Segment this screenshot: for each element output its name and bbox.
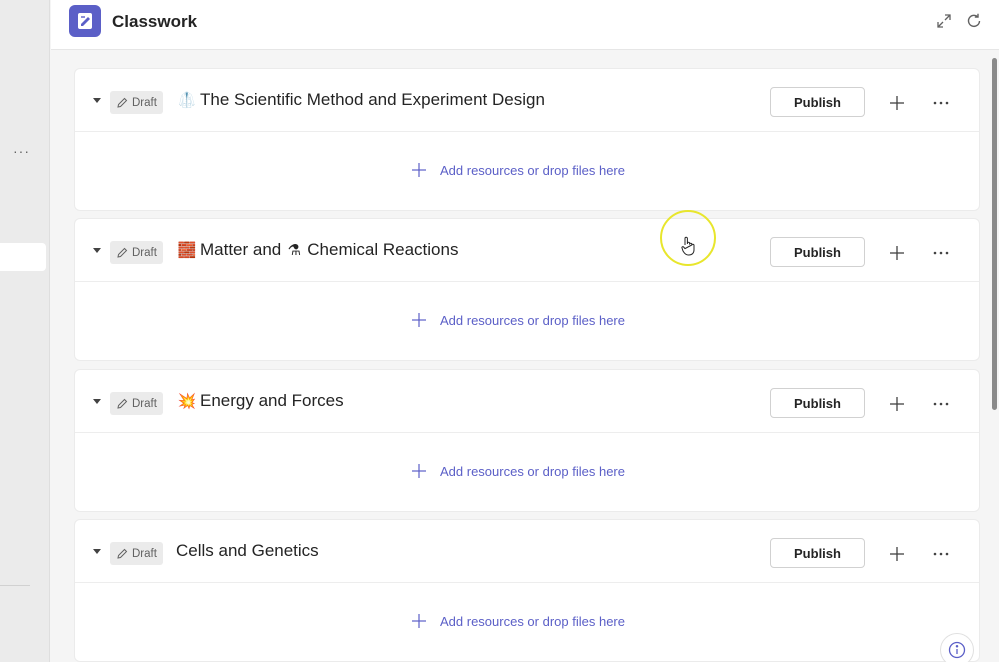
page-title: Classwork	[112, 12, 198, 31]
draft-badge: Draft	[110, 241, 163, 264]
title-emoji-icon: 🥼	[177, 91, 197, 109]
module-header: Draft Cells and Genetics Publish	[75, 520, 979, 583]
status-label: Draft	[132, 397, 157, 410]
plus-icon	[412, 313, 426, 327]
publish-button[interactable]: Publish	[770, 237, 865, 267]
publish-button[interactable]: Publish	[770, 388, 865, 418]
status-label: Draft	[132, 547, 157, 560]
publish-button[interactable]: Publish	[770, 538, 865, 568]
module-card: Draft 🥼 The Scientific Method and Experi…	[74, 68, 980, 211]
left-rail: ···	[0, 0, 50, 662]
module-title-text: Matter and	[200, 240, 282, 259]
module-title[interactable]: Cells and Genetics	[176, 541, 319, 561]
pencil-icon	[117, 548, 128, 559]
expand-icon[interactable]	[934, 11, 954, 31]
add-resources-link[interactable]: Add resources or drop files here	[411, 463, 625, 479]
module-title-text: The Scientific Method and Experiment Des…	[200, 90, 545, 109]
more-options-icon[interactable]	[931, 243, 951, 263]
rail-divider	[0, 585, 30, 586]
module-card: Draft Cells and Genetics Publish Add res…	[74, 519, 980, 662]
more-options-icon[interactable]	[931, 93, 951, 113]
title-emoji-icon: 💥	[177, 392, 197, 410]
add-resources-link[interactable]: Add resources or drop files here	[411, 162, 625, 178]
pencil-icon	[117, 247, 128, 258]
add-icon[interactable]	[887, 394, 907, 414]
module-title-text: Energy and Forces	[200, 391, 344, 410]
more-options-icon[interactable]	[931, 544, 951, 564]
rail-selected-item[interactable]	[0, 243, 46, 271]
pencil-icon	[117, 97, 128, 108]
add-resources-label: Add resources or drop files here	[440, 463, 625, 479]
add-icon[interactable]	[887, 93, 907, 113]
add-resources-label: Add resources or drop files here	[440, 312, 625, 328]
add-resources-link[interactable]: Add resources or drop files here	[411, 312, 625, 328]
collapse-chevron-icon[interactable]	[91, 546, 103, 558]
title-emoji-icon: ⚗	[287, 241, 301, 259]
scrollbar[interactable]	[992, 58, 997, 410]
add-icon[interactable]	[887, 243, 907, 263]
plus-icon	[412, 464, 426, 478]
classwork-notebook-icon	[69, 5, 101, 37]
refresh-icon[interactable]	[964, 11, 984, 31]
module-title-text: Chemical Reactions	[307, 240, 459, 259]
module-header: Draft 🥼 The Scientific Method and Experi…	[75, 69, 979, 132]
add-resources-link[interactable]: Add resources or drop files here	[411, 613, 625, 629]
draft-badge: Draft	[110, 392, 163, 415]
collapse-chevron-icon[interactable]	[91, 245, 103, 257]
draft-badge: Draft	[110, 91, 163, 114]
add-resources-label: Add resources or drop files here	[440, 613, 625, 629]
module-header: Draft 🧱 Matter and ⚗ Chemical Reactions …	[75, 219, 979, 282]
add-resources-label: Add resources or drop files here	[440, 162, 625, 178]
info-button[interactable]	[940, 633, 974, 662]
header-bar: Classwork	[51, 0, 999, 50]
status-label: Draft	[132, 246, 157, 259]
publish-button[interactable]: Publish	[770, 87, 865, 117]
module-card: Draft 💥 Energy and Forces Publish Add re…	[74, 369, 980, 512]
draft-badge: Draft	[110, 542, 163, 565]
plus-icon	[412, 614, 426, 628]
module-title-text: Cells and Genetics	[176, 541, 319, 560]
module-title[interactable]: 🥼 The Scientific Method and Experiment D…	[176, 90, 545, 110]
module-title[interactable]: 💥 Energy and Forces	[176, 391, 344, 411]
hand-cursor-icon	[681, 236, 695, 261]
pencil-icon	[117, 398, 128, 409]
title-emoji-icon: 🧱	[177, 241, 197, 259]
status-label: Draft	[132, 96, 157, 109]
rail-more-button[interactable]: ···	[13, 143, 30, 159]
collapse-chevron-icon[interactable]	[91, 396, 103, 408]
module-header: Draft 💥 Energy and Forces Publish	[75, 370, 979, 433]
classwork-panel: Classwork Draft 🥼 The Scientific Method …	[51, 0, 999, 662]
more-options-icon[interactable]	[931, 394, 951, 414]
plus-icon	[412, 163, 426, 177]
module-card: Draft 🧱 Matter and ⚗ Chemical Reactions …	[74, 218, 980, 361]
module-title[interactable]: 🧱 Matter and ⚗ Chemical Reactions	[176, 240, 459, 260]
collapse-chevron-icon[interactable]	[91, 95, 103, 107]
add-icon[interactable]	[887, 544, 907, 564]
